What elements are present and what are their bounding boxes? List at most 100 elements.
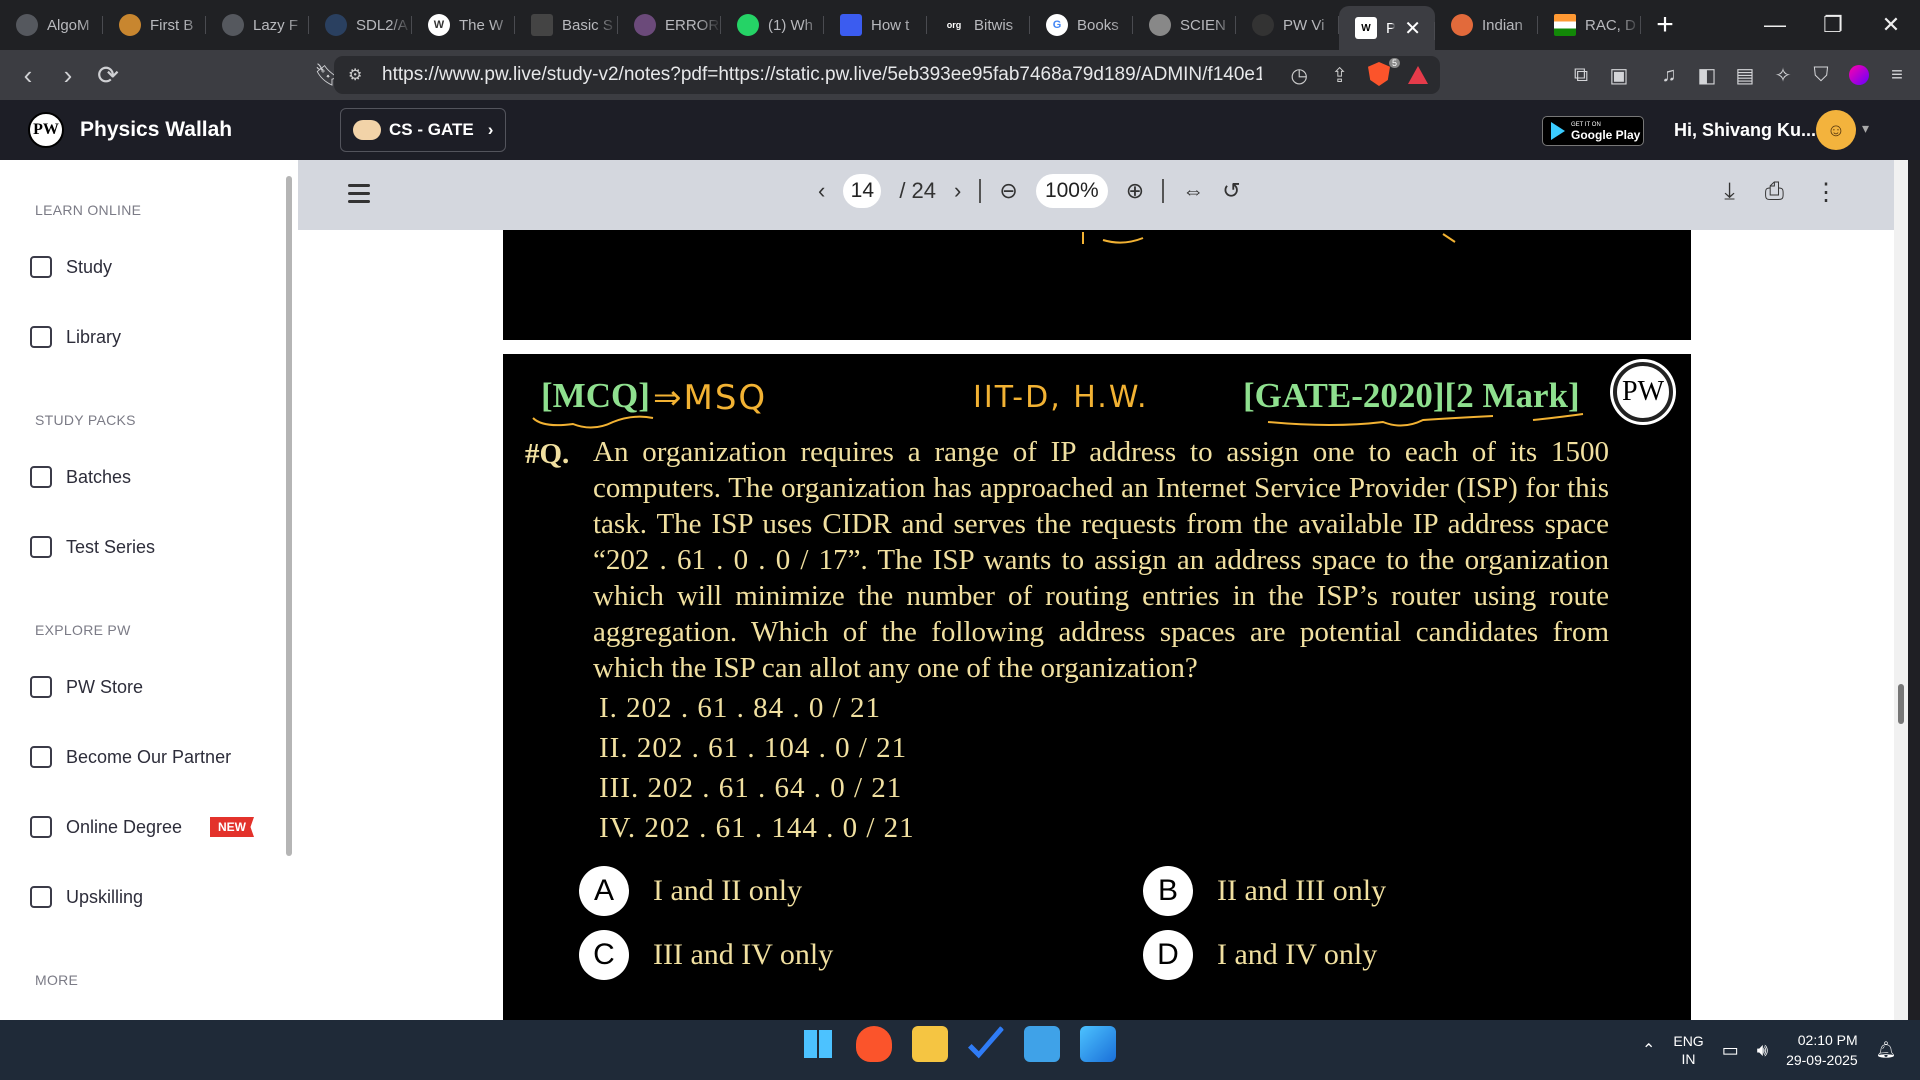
download-icon[interactable]: ⤓ [1724, 178, 1735, 207]
keyboard-app-icon[interactable] [1024, 1026, 1060, 1062]
pdf-nav-controls: ‹ 14 / 24 › ⊖ 100% ⊕ ⇔ ↺ [818, 174, 1241, 208]
error-icon [634, 14, 656, 36]
network-icon[interactable]: ▭ [1722, 1040, 1739, 1061]
next-page-icon[interactable]: › [954, 178, 961, 204]
course-selector[interactable]: CS - GATE › [340, 108, 506, 152]
bitwise-icon: org [946, 20, 962, 30]
page-scrollbar[interactable] [1894, 160, 1908, 1020]
sidebar-item-pw-store[interactable]: PW Store [30, 672, 270, 702]
pdf-page-current: [MCQ] ⇒MSQ IIT-D, H.W. [GATE-2020][2 Mar… [503, 354, 1691, 1020]
rotate-icon[interactable]: ↺ [1222, 178, 1240, 204]
sidebar-item-library[interactable]: Library [30, 322, 270, 352]
close-tab-icon[interactable]: ✕ [1404, 16, 1421, 41]
vpn-icon[interactable]: ⛉ [1810, 64, 1832, 86]
sidebar-item-study[interactable]: Study [30, 252, 270, 282]
degree-icon [30, 816, 52, 838]
extensions-icon[interactable]: ⧉ [1570, 64, 1592, 86]
sidebar-item-partner[interactable]: Become Our Partner [30, 742, 270, 772]
pw-logo-icon[interactable]: PW [28, 112, 64, 148]
india-flag-icon [1554, 14, 1576, 36]
zoom-out-icon[interactable]: ⊖ [999, 178, 1017, 204]
language-indicator[interactable]: ENG IN [1673, 1032, 1703, 1068]
browser-tab[interactable]: First B [103, 0, 206, 50]
fit-width-icon[interactable]: ⇔ [1182, 178, 1204, 204]
reload-icon[interactable]: ⟳ [88, 60, 128, 91]
choice-d: DI and IV only [1143, 930, 1377, 980]
lazy-icon [222, 14, 244, 36]
sidebar-item-batches[interactable]: Batches [30, 462, 270, 492]
brand-name[interactable]: Physics Wallah [80, 118, 232, 142]
play-store-icon [1551, 122, 1565, 140]
avatar[interactable]: ☺ [1816, 110, 1856, 150]
windows-start-icon[interactable] [804, 1030, 832, 1058]
volume-icon[interactable]: 🔊︎ [1757, 1040, 1768, 1061]
chevron-up-icon[interactable]: ⌃ [1642, 1040, 1655, 1060]
sidebar-item-test-series[interactable]: Test Series [30, 532, 270, 562]
brave-rewards-icon[interactable] [1408, 66, 1428, 84]
browser-tab[interactable]: ERROR [618, 0, 721, 50]
site-settings-icon[interactable]: ⚙ [348, 65, 362, 85]
new-tab-icon[interactable]: + [1641, 0, 1689, 50]
clipboard-icon [30, 536, 52, 558]
profile-icon[interactable] [1848, 64, 1870, 86]
brave-taskbar-icon[interactable] [856, 1026, 892, 1062]
restore-icon[interactable]: ❐ [1804, 0, 1862, 50]
media-icon[interactable]: ♫ [1658, 64, 1680, 86]
reader-icon[interactable]: ▣ [1608, 64, 1630, 87]
hamburger-menu-icon[interactable] [348, 184, 370, 204]
browser-tab[interactable]: Lazy F [206, 0, 309, 50]
browser-tab[interactable]: (1) Wh [721, 0, 824, 50]
history-icon[interactable]: ◷ [1291, 63, 1308, 88]
notification-bell-icon[interactable]: 🔔︎ [1876, 1040, 1896, 1060]
chevron-down-icon[interactable]: ▾ [1862, 120, 1869, 137]
browser-tab[interactable]: PW Vi [1236, 0, 1339, 50]
leo-icon[interactable]: ✧ [1772, 64, 1794, 87]
minimize-icon[interactable]: — [1746, 0, 1804, 50]
forward-icon[interactable]: › [48, 60, 88, 91]
browser-tab[interactable]: G Books [1030, 0, 1133, 50]
more-options-icon[interactable]: ⋮ [1814, 178, 1838, 207]
browser-tab[interactable]: AlgoM [0, 0, 103, 50]
sidebar-toggle-icon[interactable]: ◧ [1696, 64, 1718, 87]
section-explore-pw: EXPLORE PW [35, 622, 131, 638]
sidebar-scrollbar[interactable] [286, 176, 292, 856]
menu-icon[interactable]: ≡ [1886, 64, 1908, 86]
user-greeting[interactable]: Hi, Shivang Ku... [1674, 120, 1816, 141]
google-play-badge[interactable]: GET IT ON Google Play [1542, 116, 1644, 146]
browser-tab[interactable]: W The W [412, 0, 515, 50]
url-text[interactable]: https://www.pw.live/study-v2/notes?pdf=h… [382, 64, 1262, 86]
brave-shield-icon[interactable] [1368, 62, 1390, 86]
todo-icon[interactable] [968, 1026, 1004, 1059]
scrollbar-thumb[interactable] [1898, 684, 1904, 724]
browser-tab-active[interactable]: WPl✕ [1339, 6, 1435, 50]
handwritten-underlines [532, 413, 1584, 429]
file-explorer-icon[interactable] [912, 1026, 948, 1062]
edit-icon [30, 256, 52, 278]
clock[interactable]: 02:10 PM 29-09-2025 [1786, 1030, 1858, 1070]
sidebar-item-upskilling[interactable]: Upskilling [30, 882, 270, 912]
choice-a: AI and II only [579, 866, 802, 916]
first-bad-icon [119, 14, 141, 36]
sidebar-item-online-degree[interactable]: Online Degree NEW [30, 812, 270, 842]
browser-tab[interactable]: Indian [1435, 0, 1538, 50]
pw-icon [1252, 14, 1274, 36]
browser-tab[interactable]: RAC, D [1538, 0, 1641, 50]
browser-tab[interactable]: How t [824, 0, 927, 50]
print-icon[interactable]: ⎙ [1765, 178, 1784, 207]
option-iv: IV. 202 . 61 . 144 . 0 / 21 [599, 812, 915, 844]
window-close-icon[interactable]: ✕ [1862, 0, 1920, 50]
back-icon[interactable]: ‹ [8, 60, 48, 91]
share-icon[interactable]: ⇪ [1331, 63, 1348, 88]
photos-icon[interactable] [1080, 1026, 1116, 1062]
browser-tab[interactable]: SDL2/A [309, 0, 412, 50]
pdf-toolbar: ‹ 14 / 24 › ⊖ 100% ⊕ ⇔ ↺ ⤓ ⎙ ⋮ [298, 160, 1908, 230]
prev-page-icon[interactable]: ‹ [818, 178, 825, 204]
browser-tab[interactable]: Basic S [515, 0, 618, 50]
zoom-level[interactable]: 100% [1035, 174, 1108, 208]
browser-tab[interactable]: SCIEN [1133, 0, 1236, 50]
zoom-in-icon[interactable]: ⊕ [1126, 178, 1144, 204]
wallet-icon[interactable]: ▤ [1734, 64, 1756, 87]
page-number-input[interactable]: 14 [843, 174, 882, 208]
url-bar[interactable]: ⚙ https://www.pw.live/study-v2/notes?pdf… [334, 56, 1440, 94]
browser-tab[interactable]: org Bitwis [927, 0, 1030, 50]
